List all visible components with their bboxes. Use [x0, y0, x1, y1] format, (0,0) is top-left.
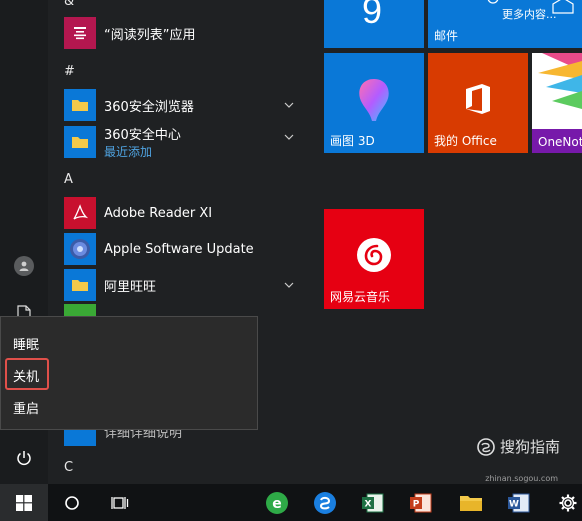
sogou-watermark: 搜狗指南: [476, 436, 560, 457]
svg-text:W: W: [509, 499, 519, 509]
user-avatar-icon: [14, 256, 34, 276]
mail-more-text: 更多内容...: [502, 8, 557, 21]
app-adobe-reader[interactable]: Adobe Reader XI: [64, 196, 304, 230]
app-label: 阿里旺旺: [104, 279, 157, 295]
tile-label: 邮件: [434, 29, 459, 43]
ie-browser-icon: e: [266, 491, 288, 514]
file-explorer-icon: [460, 495, 482, 511]
taskbar-ie-button[interactable]: e: [262, 484, 292, 521]
calendar-date: 9: [362, 0, 383, 31]
windows-logo-icon: [16, 494, 32, 511]
folder-icon: [64, 269, 96, 301]
tile-label: 画图 3D: [330, 134, 375, 148]
letter-header-c[interactable]: C: [64, 460, 73, 475]
app-label: Adobe Reader XI: [104, 205, 213, 221]
reading-list-icon: [64, 17, 96, 49]
app-label: “阅读列表”应用: [104, 27, 196, 43]
app-aliwangwang[interactable]: 阿里旺旺: [64, 268, 304, 302]
svg-text:X: X: [365, 499, 372, 509]
paint3d-tile[interactable]: 画图 3D: [324, 53, 424, 153]
letter-header-amp[interactable]: &: [64, 0, 74, 9]
cortana-search-button[interactable]: [48, 484, 96, 521]
start-menu-screen: { "letters": { "amp": "&", "hash": "#", …: [0, 0, 582, 521]
power-options-menu: 睡眠 关机 重启: [0, 316, 258, 430]
cortana-circle-icon: [65, 495, 79, 510]
task-view-button[interactable]: [96, 484, 144, 521]
powerpoint-icon: P: [410, 493, 432, 512]
app-360-center[interactable]: 360安全中心 最近添加: [64, 124, 304, 160]
taskbar: e X P W: [0, 484, 582, 521]
tile-label: 网易云音乐: [330, 290, 391, 304]
tile-label: OneNote: [538, 135, 582, 149]
chevron-down-icon[interactable]: [284, 280, 294, 290]
apple-update-icon: [64, 233, 96, 265]
taskbar-word-button[interactable]: W: [504, 484, 534, 521]
netease-music-icon: [357, 238, 391, 272]
office-tile[interactable]: 我的 Office: [428, 53, 528, 153]
user-account-button[interactable]: [0, 246, 48, 286]
settings-gear-icon: [559, 494, 577, 511]
recently-added-label: 最近添加: [104, 145, 153, 159]
netease-music-tile[interactable]: 网易云音乐: [324, 209, 424, 309]
onenote-tile[interactable]: OneNote: [532, 53, 582, 153]
app-reading-list[interactable]: “阅读列表”应用: [64, 16, 304, 50]
task-view-icon: [111, 496, 129, 509]
taskbar-powerpoint-button[interactable]: P: [406, 484, 436, 521]
mail-tile[interactable]: 更多内容... 邮件: [428, 0, 582, 48]
word-icon: W: [508, 493, 530, 512]
svg-text:e: e: [272, 496, 282, 512]
tile-label: 我的 Office: [434, 134, 497, 148]
app-label: 360安全中心: [104, 128, 181, 143]
taskbar-explorer-button[interactable]: [456, 484, 486, 521]
app-label: Apple Software Update: [104, 241, 254, 257]
letter-header-a[interactable]: A: [64, 172, 73, 187]
excel-icon: X: [362, 493, 384, 512]
office-icon: [466, 84, 490, 114]
power-icon: [17, 451, 31, 466]
app-360-browser[interactable]: 360安全浏览器: [64, 88, 304, 122]
adobe-reader-icon: [64, 197, 96, 229]
chevron-down-icon[interactable]: [284, 132, 294, 142]
power-button[interactable]: [0, 438, 48, 478]
app-label: 360安全浏览器: [104, 99, 194, 115]
mail-icon: [487, 0, 499, 4]
sogou-logo-icon: [477, 437, 495, 456]
watermark-text: 搜狗指南: [499, 438, 560, 456]
watermark-url: zhinan.sogou.com: [485, 474, 558, 483]
app-apple-software-update[interactable]: Apple Software Update: [64, 232, 304, 266]
taskbar-sogou-button[interactable]: [310, 484, 340, 521]
taskbar-settings-button[interactable]: [554, 484, 582, 521]
sogou-browser-icon: [314, 491, 336, 514]
folder-icon: [64, 89, 96, 121]
start-button[interactable]: [0, 484, 48, 521]
svg-text:P: P: [413, 499, 420, 509]
calendar-tile[interactable]: 9: [324, 0, 424, 48]
taskbar-excel-button[interactable]: X: [358, 484, 388, 521]
restart-menu-item[interactable]: 重启: [13, 398, 39, 417]
shutdown-menu-item[interactable]: 关机: [13, 366, 39, 385]
folder-icon: [64, 126, 96, 158]
chevron-down-icon[interactable]: [284, 100, 294, 110]
onenote-art-icon: [538, 53, 582, 109]
paint3d-icon: [359, 79, 389, 121]
sleep-menu-item[interactable]: 睡眠: [13, 334, 39, 353]
letter-header-hash[interactable]: #: [64, 64, 75, 79]
